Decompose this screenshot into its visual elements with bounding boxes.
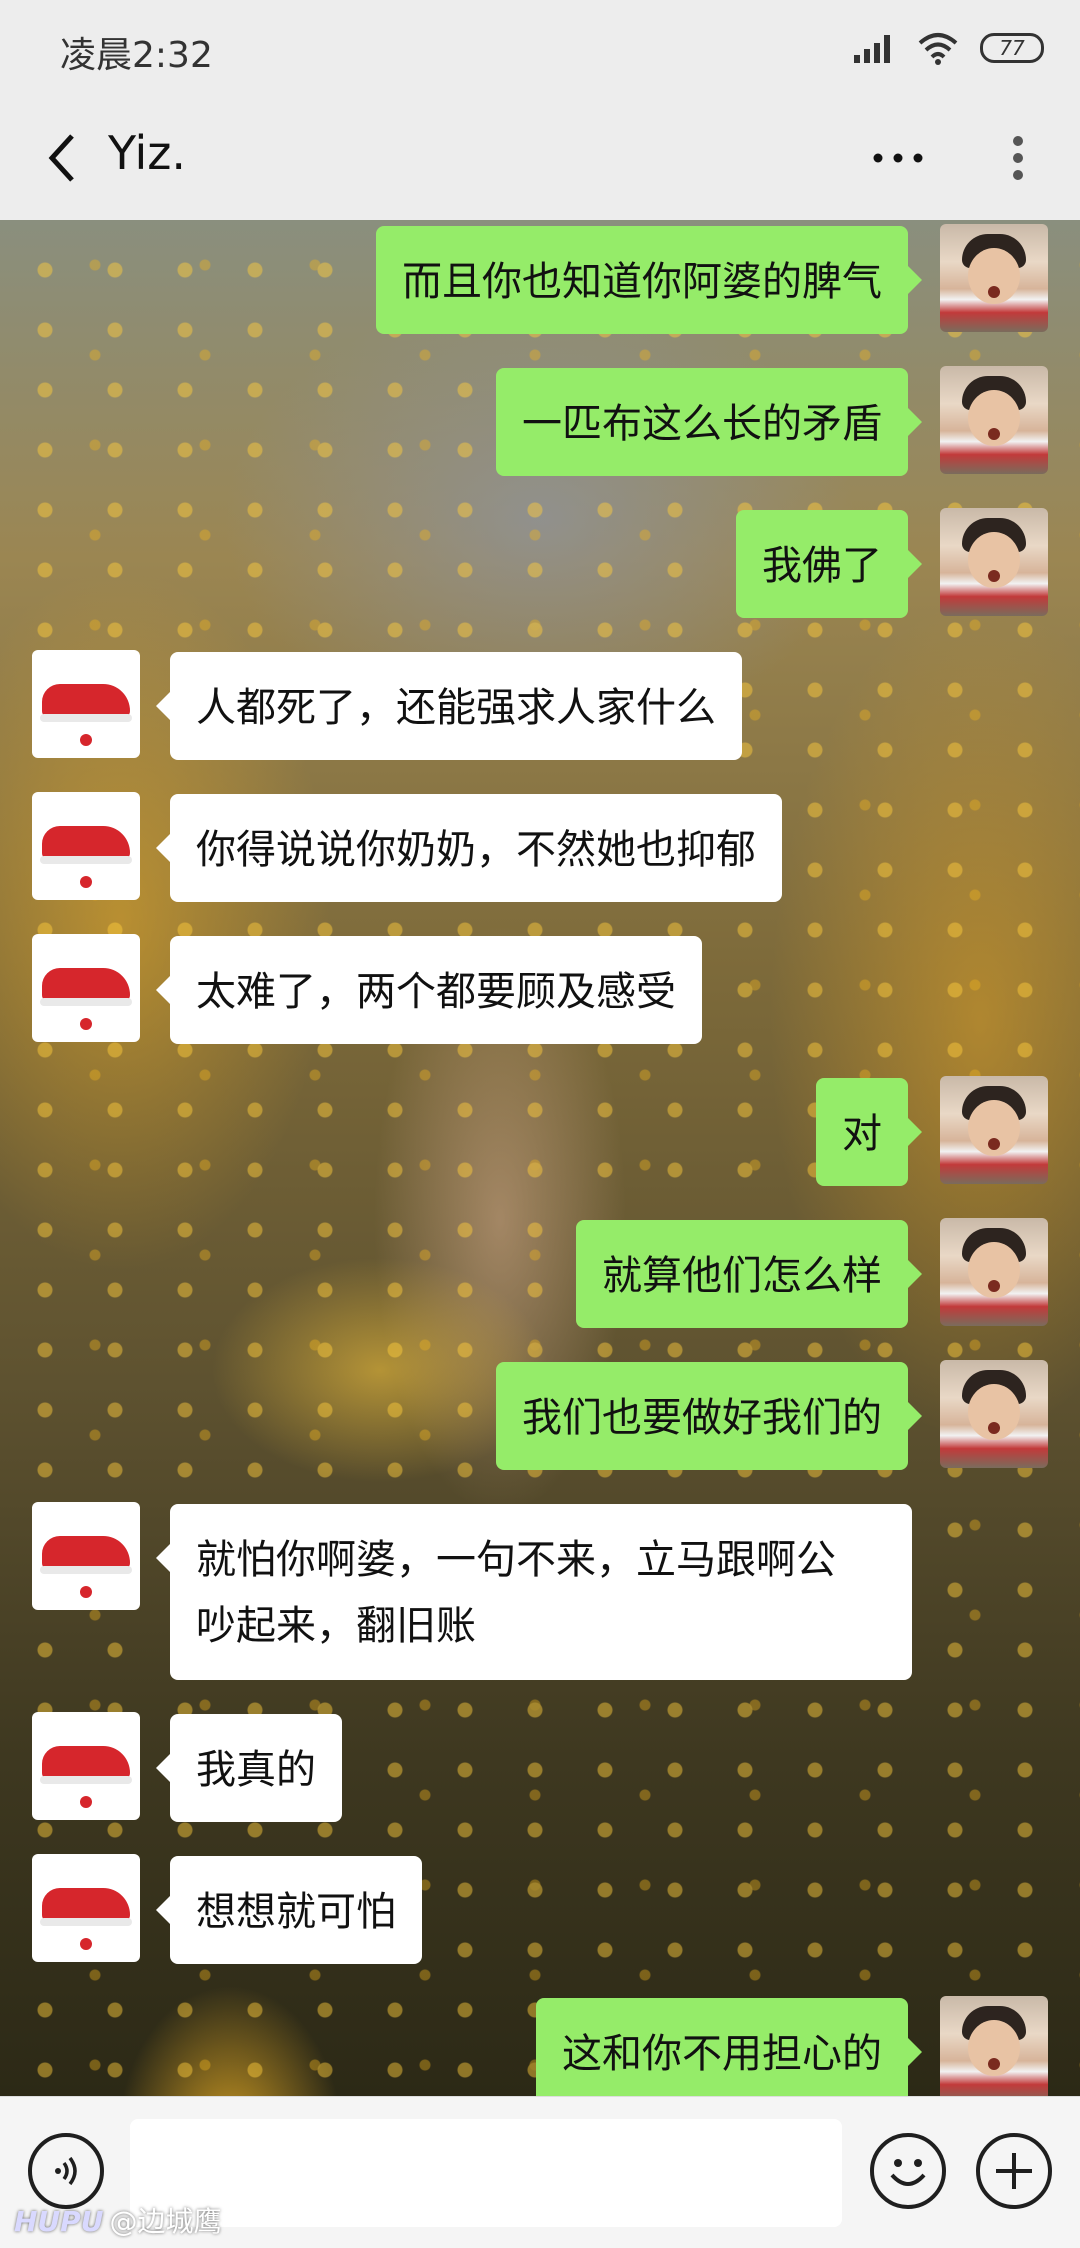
chat-title: Yiz.	[108, 126, 187, 180]
avatar[interactable]	[940, 224, 1048, 332]
message-input[interactable]	[130, 2119, 842, 2227]
more-dots-icon	[873, 153, 923, 163]
message-bubble[interactable]: 而且你也知道你阿婆的脾气	[376, 226, 922, 334]
status-bar: 凌晨2:32 77	[0, 0, 1080, 96]
avatar[interactable]	[940, 1218, 1048, 1326]
message-bubble[interactable]: 对	[816, 1078, 922, 1186]
battery-icon: 77	[980, 33, 1044, 63]
watermark-user: @边城鹰	[109, 2205, 222, 2238]
back-icon	[48, 134, 74, 182]
avatar[interactable]	[940, 1996, 1048, 2096]
message-bubble[interactable]: 想想就可怕	[156, 1856, 422, 1964]
chat-area[interactable]: 而且你也知道你阿婆的脾气 一匹布这么长的矛盾 我佛了 人都死了，还能强求人家什么…	[0, 220, 1080, 2096]
avatar[interactable]	[32, 792, 140, 900]
message-bubble[interactable]: 你得说说你奶奶，不然她也抑郁	[156, 794, 782, 902]
avatar[interactable]	[32, 1854, 140, 1962]
message-row: 我们也要做好我们的	[0, 1360, 1080, 1470]
signal-icon	[854, 35, 890, 63]
voice-button[interactable]	[28, 2133, 104, 2209]
avatar[interactable]	[940, 1360, 1048, 1468]
plus-icon	[996, 2153, 1032, 2189]
message-row: 而且你也知道你阿婆的脾气	[0, 224, 1080, 334]
avatar[interactable]	[940, 1076, 1048, 1184]
message-bubble[interactable]: 一匹布这么长的矛盾	[496, 368, 922, 476]
message-row: 这和你不用担心的	[0, 1996, 1080, 2096]
message-bubble[interactable]: 太难了，两个都要顾及感受	[156, 936, 702, 1044]
message-bubble[interactable]: 我真的	[156, 1714, 342, 1822]
message-row: 我真的	[0, 1712, 1080, 1822]
message-row: 就算他们怎么样	[0, 1218, 1080, 1328]
message-row: 对	[0, 1076, 1080, 1186]
emoji-icon	[890, 2159, 926, 2186]
avatar[interactable]	[32, 1502, 140, 1610]
message-row: 太难了，两个都要顾及感受	[0, 934, 1080, 1044]
message-bubble[interactable]: 这和你不用担心的	[536, 1998, 922, 2096]
message-bubble[interactable]: 就怕你啊婆，一句不来，立马跟啊公 吵起来，翻旧账	[156, 1504, 912, 1680]
menu-button[interactable]	[986, 126, 1050, 190]
emoji-button[interactable]	[870, 2133, 946, 2209]
chat-screen: 凌晨2:32 77 Yiz. 而且你也知道你阿婆的脾气 一匹布这么长的矛盾 我佛…	[0, 0, 1080, 2248]
voice-icon	[55, 2156, 77, 2186]
avatar[interactable]	[32, 650, 140, 758]
message-row: 想想就可怕	[0, 1854, 1080, 1964]
message-bubble[interactable]: 就算他们怎么样	[576, 1220, 922, 1328]
message-row: 人都死了，还能强求人家什么	[0, 650, 1080, 760]
menu-kebab-icon	[1013, 136, 1023, 180]
more-button[interactable]	[866, 126, 930, 190]
wifi-icon	[918, 33, 958, 65]
avatar[interactable]	[32, 934, 140, 1042]
message-row: 就怕你啊婆，一句不来，立马跟啊公 吵起来，翻旧账	[0, 1502, 1080, 1680]
avatar[interactable]	[940, 508, 1048, 616]
message-row: 一匹布这么长的矛盾	[0, 366, 1080, 476]
watermark-brand: HUPU	[14, 2205, 104, 2238]
message-row: 我佛了	[0, 508, 1080, 618]
chat-header: Yiz.	[0, 96, 1080, 220]
watermark: HUPU @边城鹰	[14, 2200, 221, 2240]
status-time: 凌晨2:32	[60, 35, 213, 76]
plus-button[interactable]	[976, 2133, 1052, 2209]
back-button[interactable]	[30, 126, 94, 190]
status-icons: 77	[852, 28, 1044, 68]
message-row: 你得说说你奶奶，不然她也抑郁	[0, 792, 1080, 902]
battery-level: 77	[999, 36, 1025, 60]
avatar[interactable]	[940, 366, 1048, 474]
message-bubble[interactable]: 我佛了	[736, 510, 922, 618]
avatar[interactable]	[32, 1712, 140, 1820]
message-bubble[interactable]: 人都死了，还能强求人家什么	[156, 652, 742, 760]
message-bubble[interactable]: 我们也要做好我们的	[496, 1362, 922, 1470]
